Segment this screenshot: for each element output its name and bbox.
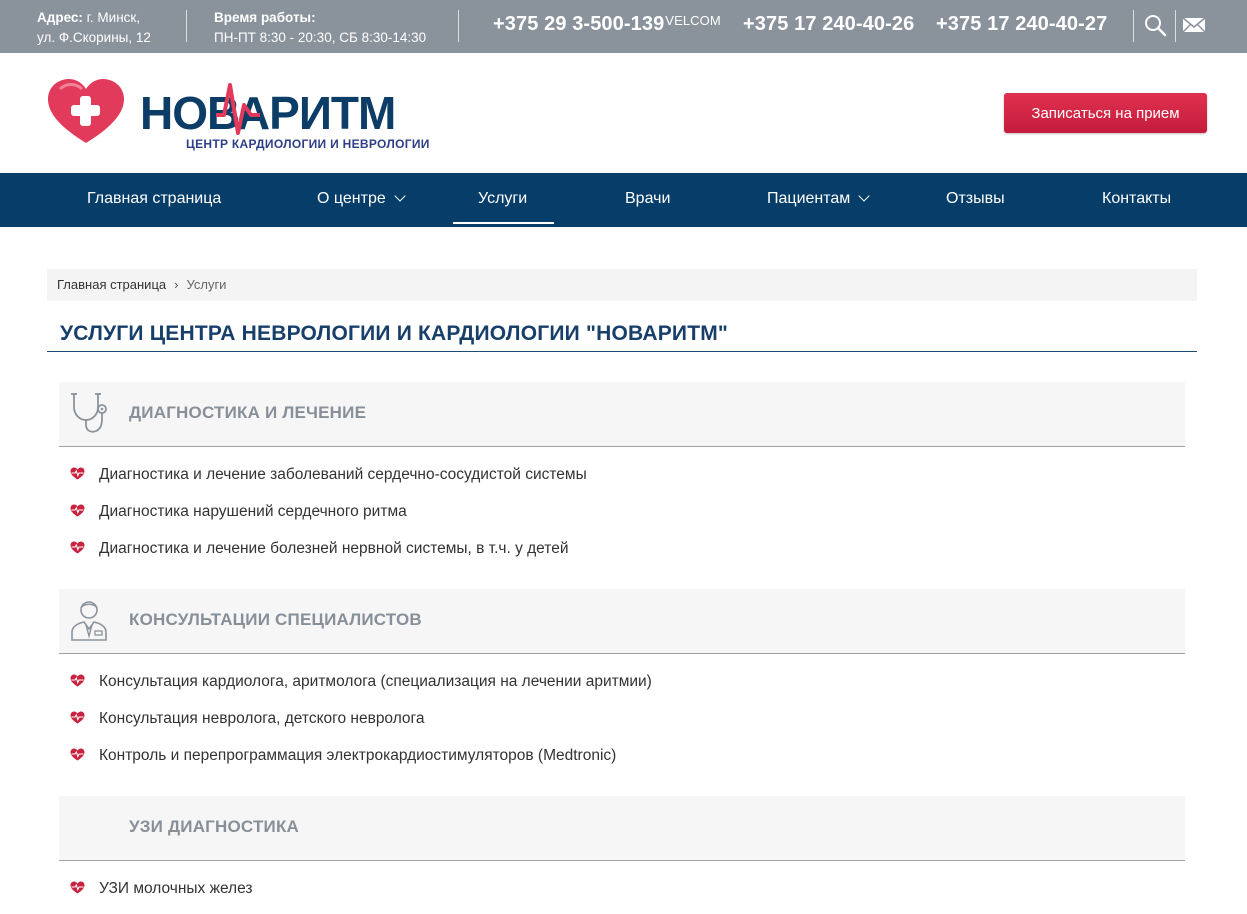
section-title: ДИАГНОСТИКА И ЛЕЧЕНИЕ	[129, 403, 367, 422]
divider	[1133, 10, 1134, 42]
address-block: Адрес: г. Минск, ул. Ф.Скорины, 12	[37, 8, 151, 48]
nav-item-doctors[interactable]: Врачи	[625, 173, 670, 227]
page-title: УСЛУГИ ЦЕНТРА НЕВРОЛОГИИ И КАРДИОЛОГИИ "…	[60, 322, 729, 345]
stethoscope-icon	[71, 393, 107, 433]
nav-item-home[interactable]: Главная страница	[87, 173, 221, 227]
hours-value: ПН-ПТ 8:30 - 20:30, СБ 8:30-14:30	[214, 30, 427, 45]
doctor-icon	[71, 601, 107, 641]
appointment-button[interactable]: Записаться на прием	[1004, 93, 1207, 133]
logo-tagline: ЦЕНТР КАРДИОЛОГИИ И НЕВРОЛОГИИ	[186, 137, 430, 151]
heart-pulse-icon	[70, 467, 85, 480]
divider	[458, 10, 459, 42]
breadcrumb-home-link[interactable]: Главная страница	[57, 277, 166, 292]
section-header-ultrasound[interactable]: УЗИ ДИАГНОСТИКА	[59, 796, 1185, 861]
main-nav: Главная страница О центре Услуги Врачи П…	[0, 173, 1247, 227]
service-link[interactable]: Диагностика и лечение болезней нервной с…	[70, 540, 568, 558]
search-icon[interactable]	[1142, 12, 1168, 38]
nav-active-indicator	[453, 222, 554, 224]
breadcrumb: Главная страница › Услуги	[47, 269, 1197, 301]
service-link[interactable]: Консультация невролога, детского невроло…	[70, 710, 425, 728]
section-title: КОНСУЛЬТАЦИИ СПЕЦИАЛИСТОВ	[129, 610, 422, 629]
service-link[interactable]: Диагностика и лечение заболеваний сердеч…	[70, 466, 587, 484]
service-link[interactable]: Консультация кардиолога, аритмолога (спе…	[70, 673, 652, 691]
section-header-consultations[interactable]: КОНСУЛЬТАЦИИ СПЕЦИАЛИСТОВ	[59, 589, 1185, 654]
phone-operator-label: VELCOM	[665, 13, 721, 28]
divider	[186, 10, 187, 42]
address-label: Адрес:	[37, 10, 83, 25]
top-info-bar: Адрес: г. Минск, ул. Ф.Скорины, 12 Время…	[0, 0, 1247, 53]
mail-icon[interactable]	[1181, 12, 1207, 38]
section-title: УЗИ ДИАГНОСТИКА	[129, 817, 300, 836]
chevron-down-icon	[394, 190, 406, 202]
nav-item-services[interactable]: Услуги	[478, 173, 527, 227]
nav-item-contacts[interactable]: Контакты	[1102, 173, 1171, 227]
site-header: НОВАРИТМ ЦЕНТР КАРДИОЛОГИИ И НЕВРОЛОГИИ …	[0, 53, 1247, 173]
heart-pulse-icon	[70, 711, 85, 724]
nav-item-reviews[interactable]: Отзывы	[946, 173, 1005, 227]
service-link[interactable]: Диагностика нарушений сердечного ритма	[70, 503, 407, 521]
heart-pulse-icon	[70, 881, 85, 894]
heart-pulse-icon	[70, 504, 85, 517]
breadcrumb-separator: ›	[174, 277, 179, 292]
heart-pulse-icon	[70, 541, 85, 554]
nav-item-about[interactable]: О центре	[317, 173, 406, 227]
heart-pulse-icon	[70, 748, 85, 761]
divider	[1175, 10, 1176, 42]
service-link[interactable]: УЗИ молочных желез	[70, 880, 253, 898]
phone-link-1[interactable]: +375 17 240-40-26	[743, 13, 914, 36]
service-link[interactable]: Контроль и перепрограммация электрокарди…	[70, 747, 616, 765]
heart-pulse-icon	[70, 674, 85, 687]
title-underline	[47, 351, 1197, 352]
chevron-down-icon	[858, 190, 870, 202]
address-street: ул. Ф.Скорины, 12	[37, 30, 151, 45]
logo-wordmark: НОВАРИТМ	[140, 87, 395, 139]
phone-link-2[interactable]: +375 17 240-40-27	[936, 13, 1107, 36]
nav-item-patients[interactable]: Пациентам	[767, 173, 870, 227]
phone-velcom-link[interactable]: +375 29 3-500-139VELCOM	[493, 13, 721, 36]
hours-label: Время работы:	[214, 10, 316, 25]
hours-block: Время работы: ПН-ПТ 8:30 - 20:30, СБ 8:3…	[214, 8, 426, 48]
address-city: г. Минск,	[82, 10, 141, 25]
section-header-diagnostics[interactable]: ДИАГНОСТИКА И ЛЕЧЕНИЕ	[59, 382, 1185, 447]
breadcrumb-current: Услуги	[186, 277, 227, 292]
